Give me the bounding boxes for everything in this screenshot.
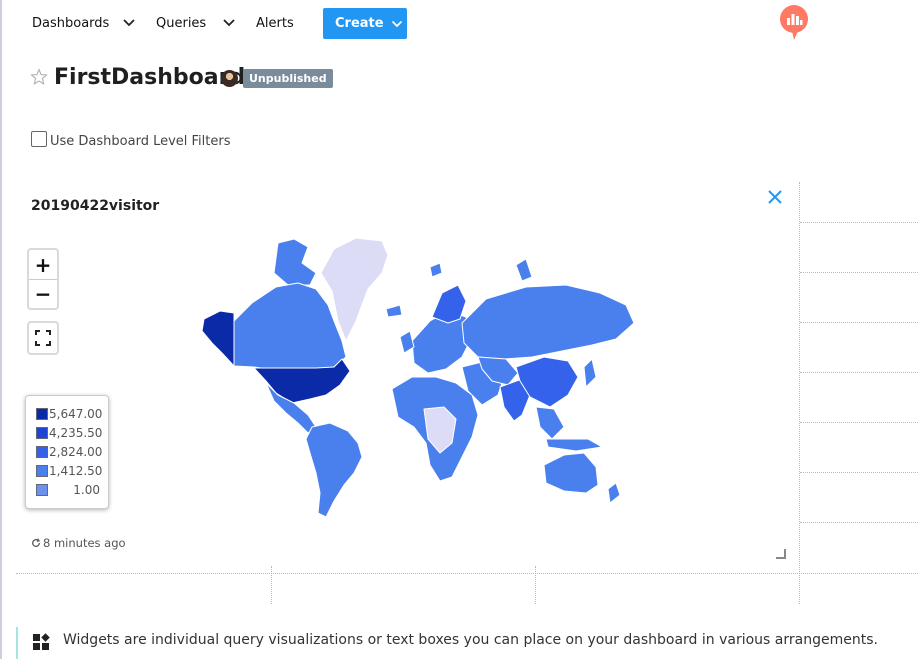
avatar bbox=[221, 70, 238, 87]
region-russia bbox=[461, 284, 635, 360]
region-scandinavia bbox=[431, 284, 467, 324]
grid-line bbox=[800, 322, 918, 323]
nav-dashboards[interactable]: Dashboards bbox=[32, 15, 109, 32]
dashboard-title[interactable]: FirstDashboard bbox=[54, 63, 245, 93]
legend-item: 5,647.00 bbox=[36, 405, 103, 424]
refresh-icon bbox=[32, 538, 41, 547]
grid-line bbox=[16, 573, 918, 574]
grid-line bbox=[800, 222, 918, 223]
create-button-label: Create bbox=[335, 16, 384, 31]
legend-value: 1.00 bbox=[73, 482, 100, 497]
zoom-in-button[interactable]: + bbox=[29, 250, 57, 279]
widgets-info-bar: Widgets are individual query visualizati… bbox=[16, 627, 921, 659]
legend-value: 5,647.00 bbox=[49, 407, 103, 422]
region-se-asia bbox=[535, 406, 565, 440]
widgets-info-text: Widgets are individual query visualizati… bbox=[63, 632, 878, 648]
region-alaska bbox=[201, 310, 235, 367]
create-chevron-down-icon bbox=[391, 20, 402, 27]
widgets-icon bbox=[33, 633, 50, 650]
grid-line bbox=[800, 472, 918, 473]
legend-swatch bbox=[36, 408, 48, 421]
region-uk bbox=[399, 330, 415, 354]
region-south-america bbox=[305, 422, 363, 518]
dashboards-chevron-down-icon[interactable] bbox=[121, 15, 137, 31]
grid-line bbox=[799, 182, 800, 604]
dashboard-filters-checkbox[interactable] bbox=[31, 131, 47, 147]
region-iceland bbox=[385, 304, 403, 318]
grid-line bbox=[535, 566, 536, 604]
nav-alerts[interactable]: Alerts bbox=[256, 15, 294, 32]
last-updated-text: 8 minutes ago bbox=[43, 536, 126, 550]
legend-item: 1,412.50 bbox=[36, 461, 103, 480]
legend-swatch bbox=[36, 464, 48, 477]
legend-value: 4,235.50 bbox=[49, 426, 103, 441]
fullscreen-button[interactable] bbox=[27, 321, 59, 355]
legend-item: 1.00 bbox=[36, 480, 100, 499]
legend-swatch bbox=[36, 483, 48, 496]
queries-chevron-down-icon[interactable] bbox=[221, 15, 237, 31]
region-australia bbox=[543, 452, 599, 494]
region-arctic-islands bbox=[429, 262, 443, 278]
region-canada bbox=[233, 282, 347, 370]
dashboard-filters-label: Use Dashboard Level Filters bbox=[50, 134, 231, 149]
map-legend: 5,647.00 4,235.50 2,824.00 1,412.50 1.00 bbox=[25, 395, 109, 509]
legend-item: 2,824.00 bbox=[36, 443, 103, 462]
region-japan bbox=[583, 358, 597, 388]
map-widget: 20190422visitor + − 5,647.00 4,235.50 2,… bbox=[16, 181, 799, 566]
grid-line bbox=[800, 372, 918, 373]
legend-swatch bbox=[36, 427, 48, 440]
region-new-zealand bbox=[607, 482, 621, 504]
redash-logo-icon[interactable] bbox=[779, 5, 809, 41]
status-badge: Unpublished bbox=[243, 69, 333, 88]
region-canada-arctic bbox=[273, 238, 317, 286]
region-novaya-zemlya bbox=[515, 258, 533, 282]
legend-value: 2,824.00 bbox=[49, 444, 103, 459]
grid-line bbox=[800, 422, 918, 423]
favorite-star-icon[interactable] bbox=[30, 68, 48, 86]
legend-value: 1,412.50 bbox=[49, 463, 103, 478]
region-indonesia bbox=[545, 438, 603, 452]
legend-swatch bbox=[36, 445, 48, 458]
world-map[interactable] bbox=[16, 181, 799, 566]
zoom-out-button[interactable]: − bbox=[29, 279, 57, 308]
legend-item: 4,235.50 bbox=[36, 424, 103, 443]
resize-handle[interactable] bbox=[776, 549, 786, 559]
create-button[interactable]: Create bbox=[323, 8, 407, 39]
grid-line bbox=[271, 566, 272, 604]
grid-line bbox=[800, 522, 918, 523]
nav-queries[interactable]: Queries bbox=[156, 15, 206, 32]
last-updated[interactable]: 8 minutes ago bbox=[31, 536, 126, 550]
grid-line bbox=[800, 272, 918, 273]
fullscreen-icon bbox=[35, 330, 51, 346]
left-edge-rule bbox=[0, 0, 2, 659]
zoom-control: + − bbox=[27, 248, 59, 310]
